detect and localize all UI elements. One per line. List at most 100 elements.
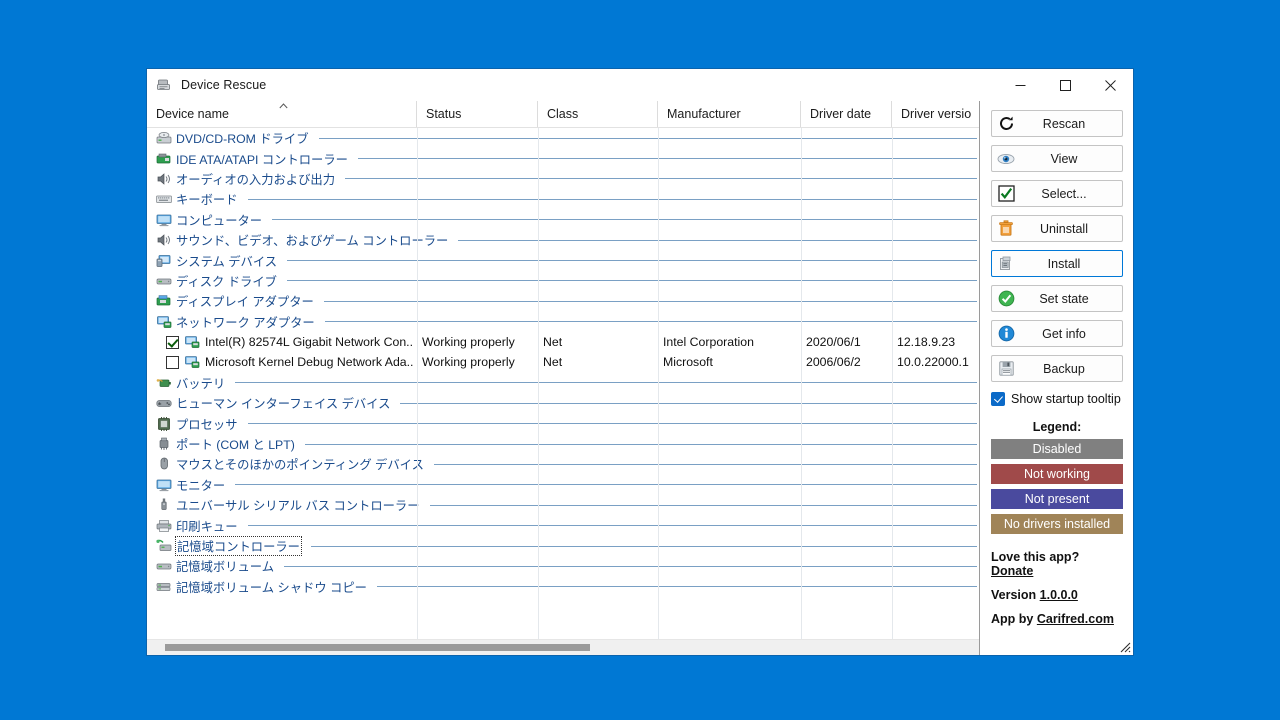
category-rule bbox=[247, 198, 977, 200]
device-category-row[interactable]: オーディオの入力および出力 bbox=[147, 169, 979, 189]
category-rule bbox=[357, 158, 977, 160]
network-adapter-icon bbox=[156, 314, 172, 330]
device-category-row[interactable]: ディスプレイ アダプター bbox=[147, 291, 979, 311]
category-content: ポート (COM と LPT) bbox=[156, 435, 979, 453]
device-category-row[interactable]: 記憶域ボリューム bbox=[147, 556, 979, 576]
device-driver-date-cell: 2006/06/2 bbox=[806, 355, 861, 370]
rescan-button[interactable]: Rescan bbox=[991, 110, 1123, 137]
device-row[interactable]: Intel(R) 82574L Gigabit Network Con... Wo… bbox=[147, 332, 979, 352]
category-label: バッテリ bbox=[176, 376, 226, 391]
category-label: 記憶域コントローラー bbox=[175, 536, 302, 556]
device-category-row[interactable]: コンピューター bbox=[147, 210, 979, 230]
category-label: 記憶域ボリューム シャドウ コピー bbox=[176, 580, 367, 595]
column-header-label: Driver date bbox=[810, 107, 872, 121]
device-category-row[interactable]: サウンド、ビデオ、およびゲーム コントローラー bbox=[147, 230, 979, 250]
dvd-drive-icon bbox=[156, 130, 172, 146]
category-content: ディスク ドライブ bbox=[156, 272, 979, 290]
device-class-cell: Net bbox=[543, 335, 563, 350]
set-state-button[interactable]: Set state bbox=[991, 285, 1123, 312]
column-header-status[interactable]: Status bbox=[417, 101, 538, 127]
view-button[interactable]: View bbox=[991, 145, 1123, 172]
device-checkbox[interactable] bbox=[166, 355, 179, 369]
device-name-cell: Microsoft Kernel Debug Network Ada... bbox=[147, 354, 413, 370]
device-category-row[interactable]: ユニバーサル シリアル バス コントローラー bbox=[147, 495, 979, 515]
usb-icon bbox=[156, 497, 172, 513]
category-rule bbox=[345, 178, 977, 180]
category-content: オーディオの入力および出力 bbox=[156, 170, 979, 188]
device-row[interactable]: Microsoft Kernel Debug Network Ada... Wor… bbox=[147, 352, 979, 372]
device-rows-container[interactable]: DVD/CD-ROM ドライブ IDE ATA/ATAPI コントローラーオーディ… bbox=[147, 128, 979, 639]
scrollbar-thumb[interactable] bbox=[165, 644, 590, 651]
device-category-row[interactable]: DVD/CD-ROM ドライブ bbox=[147, 128, 979, 148]
category-label: キーボード bbox=[176, 193, 238, 208]
network-adapter-icon bbox=[184, 334, 200, 350]
disk-drive-icon bbox=[156, 273, 172, 289]
device-name-label: Microsoft Kernel Debug Network Ada... bbox=[205, 355, 413, 370]
resize-grip[interactable] bbox=[1117, 639, 1131, 653]
device-category-row[interactable]: IDE ATA/ATAPI コントローラー bbox=[147, 148, 979, 168]
select-button[interactable]: Select... bbox=[991, 180, 1123, 207]
category-rule bbox=[235, 484, 977, 486]
category-label: プロセッサ bbox=[176, 417, 238, 432]
version-prefix: Version bbox=[991, 588, 1040, 602]
device-category-row[interactable]: バッテリ bbox=[147, 373, 979, 393]
battery-icon bbox=[156, 375, 172, 391]
column-header-device-name[interactable]: Device name bbox=[147, 101, 417, 127]
minimize-button[interactable] bbox=[998, 69, 1043, 101]
backup-button[interactable]: Backup bbox=[991, 355, 1123, 382]
device-category-row[interactable]: ネットワーク アダプター bbox=[147, 312, 979, 332]
title-bar-left: Device Rescue bbox=[147, 77, 266, 94]
close-button[interactable] bbox=[1088, 69, 1133, 101]
device-category-row[interactable]: マウスとそのほかのポインティング デバイス bbox=[147, 454, 979, 474]
device-category-row[interactable]: キーボード bbox=[147, 189, 979, 209]
column-header-driver-versio[interactable]: Driver versio bbox=[892, 101, 980, 127]
legend-item-label: No drivers installed bbox=[1003, 517, 1111, 531]
column-header-label: Device name bbox=[156, 107, 229, 121]
device-checkbox[interactable] bbox=[166, 335, 179, 349]
column-header-driver-date[interactable]: Driver date bbox=[801, 101, 892, 127]
checkbox-icon bbox=[997, 185, 1015, 203]
category-content: システム デバイス bbox=[156, 252, 979, 270]
uninstall-button[interactable]: Uninstall bbox=[991, 215, 1123, 242]
category-label: ネットワーク アダプター bbox=[176, 315, 315, 330]
device-category-row[interactable]: 印刷キュー bbox=[147, 515, 979, 535]
install-button[interactable]: Install bbox=[991, 250, 1123, 277]
horizontal-scrollbar[interactable] bbox=[147, 639, 979, 655]
device-category-row[interactable]: 記憶域コントローラー bbox=[147, 536, 979, 556]
category-rule bbox=[247, 423, 977, 425]
legend-item-not-present: Not present bbox=[991, 489, 1123, 509]
version-link[interactable]: 1.0.0.0 bbox=[1040, 588, 1078, 602]
category-rule bbox=[323, 300, 977, 302]
donate-link[interactable]: Donate bbox=[991, 564, 1033, 578]
device-category-row[interactable]: 記憶域ボリューム シャドウ コピー bbox=[147, 577, 979, 597]
device-manufacturer-cell: Intel Corporation bbox=[663, 335, 754, 350]
category-label: ヒューマン インターフェイス デバイス bbox=[176, 397, 391, 412]
show-startup-tooltip-checkbox[interactable] bbox=[991, 392, 1005, 406]
column-header-manufacturer[interactable]: Manufacturer bbox=[658, 101, 801, 127]
device-category-row[interactable]: ヒューマン インターフェイス デバイス bbox=[147, 393, 979, 413]
device-category-row[interactable]: プロセッサ bbox=[147, 413, 979, 433]
column-header-class[interactable]: Class bbox=[538, 101, 658, 127]
audio-icon bbox=[156, 171, 172, 187]
maximize-button[interactable] bbox=[1043, 69, 1088, 101]
category-label: 印刷キュー bbox=[176, 519, 238, 534]
device-category-row[interactable]: システム デバイス bbox=[147, 250, 979, 270]
category-content: バッテリ bbox=[156, 374, 979, 392]
category-rule bbox=[433, 463, 977, 465]
category-content: ネットワーク アダプター bbox=[156, 313, 979, 331]
device-category-row[interactable]: モニター bbox=[147, 475, 979, 495]
display-adapter-icon bbox=[156, 293, 172, 309]
category-label: IDE ATA/ATAPI コントローラー bbox=[176, 152, 348, 167]
device-category-row[interactable]: ディスク ドライブ bbox=[147, 271, 979, 291]
show-startup-tooltip-row[interactable]: Show startup tooltip bbox=[991, 392, 1123, 406]
device-category-row[interactable]: ポート (COM と LPT) bbox=[147, 434, 979, 454]
computer-icon bbox=[156, 212, 172, 228]
category-content: プロセッサ bbox=[156, 415, 979, 433]
category-rule bbox=[376, 586, 977, 588]
column-header-label: Driver versio bbox=[901, 107, 972, 121]
donate-prefix: Love this app? bbox=[991, 550, 1080, 564]
device-printer-icon bbox=[156, 77, 173, 94]
get-info-button[interactable]: Get info bbox=[991, 320, 1123, 347]
shadow-copy-icon bbox=[156, 579, 172, 595]
author-link[interactable]: Carifred.com bbox=[1037, 612, 1114, 626]
